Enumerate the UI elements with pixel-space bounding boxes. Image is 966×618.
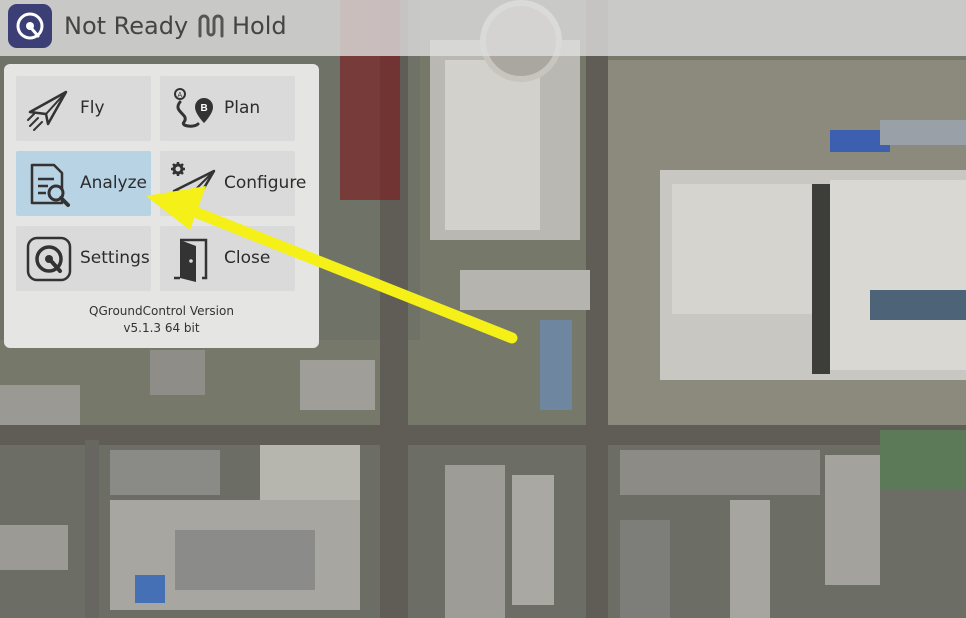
annotation-arrow (146, 186, 518, 344)
